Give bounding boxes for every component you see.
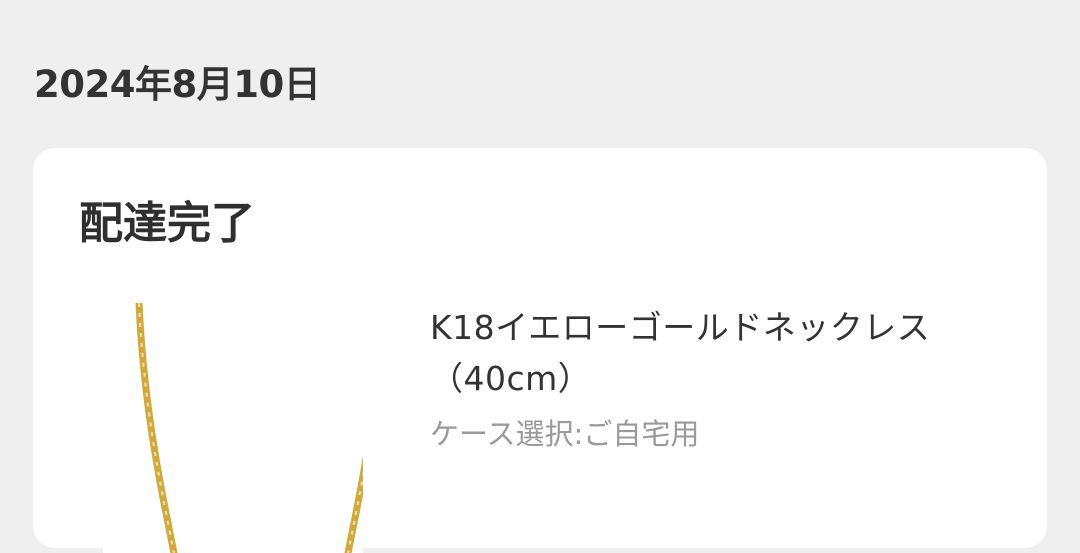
delivery-status-title: 配達完了 (79, 198, 255, 249)
order-date-heading: 2024年8月10日 (34, 63, 321, 106)
gold-chain-necklace-image (135, 303, 363, 553)
order-card[interactable]: 配達完了 K18イエローゴールドネックレス（40cm） ケース選択:ご自宅用 (33, 148, 1047, 553)
product-info[interactable]: K18イエローゴールドネックレス（40cm） ケース選択:ご自宅用 (430, 302, 990, 456)
product-name[interactable]: K18イエローゴールドネックレス（40cm） (430, 302, 990, 404)
product-image[interactable] (103, 303, 363, 553)
product-option: ケース選択:ご自宅用 (430, 417, 700, 451)
